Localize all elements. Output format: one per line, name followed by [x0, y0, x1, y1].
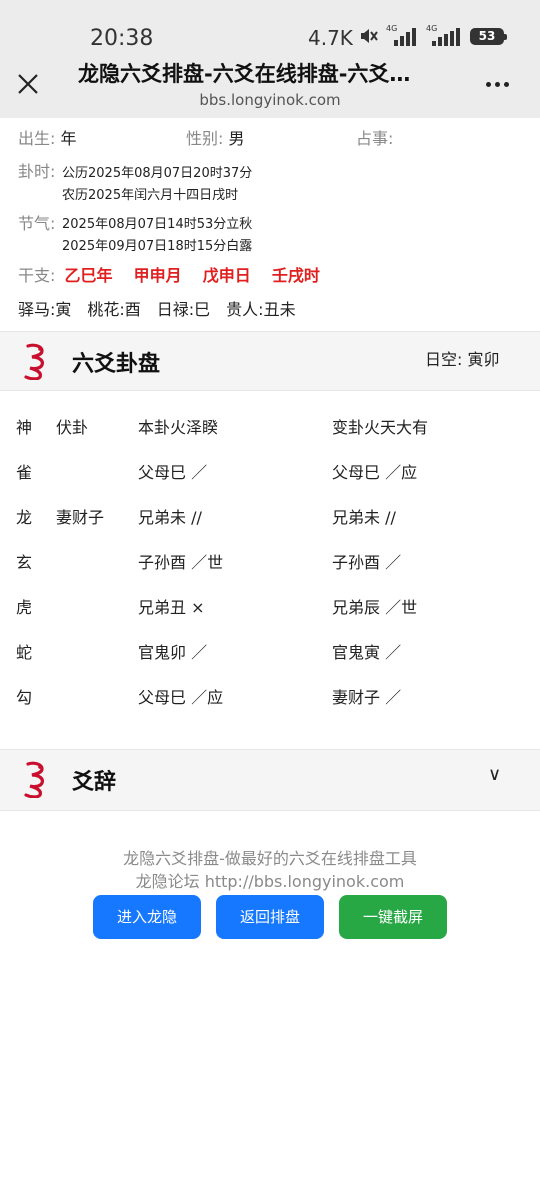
signal-icon-2: 4G	[426, 24, 466, 46]
col-god: 神	[16, 418, 33, 437]
extras-line: 驿马:寅 桃花:酉 日禄:巳 贵人:丑未	[18, 300, 296, 319]
matter-label: 占事:	[356, 129, 394, 148]
page-url: bbs.longyinok.com	[199, 91, 341, 109]
gender-value: 男	[228, 129, 245, 148]
back-to-chart-button[interactable]: 返回排盘	[216, 895, 324, 939]
enter-longyin-button[interactable]: 进入龙隐	[93, 895, 201, 939]
ganzhi-label: 干支:	[18, 266, 56, 285]
footer-forum-link[interactable]: 龙隐论坛 http://bbs.longyinok.com	[0, 868, 540, 892]
col-fu: 伏卦	[56, 418, 89, 437]
term-1: 2025年08月07日14时53分立秋	[62, 217, 253, 232]
row-ben: 兄弟丑 ×	[138, 598, 205, 617]
ganzhi-row: 干支: 乙巳年 甲申月 戊申日 壬戌时	[18, 262, 320, 286]
battery-icon: 53	[470, 28, 507, 45]
gua-table-header: 神 伏卦 本卦火泽睽 变卦火天大有	[0, 414, 540, 438]
dragon-logo-icon	[24, 761, 44, 798]
time-lunar: 农历2025年闰六月十四日戌时	[62, 188, 239, 203]
ganzhi-month: 甲申月	[133, 266, 182, 285]
dragon-logo-icon	[24, 343, 44, 380]
term-2: 2025年09月07日18时15分白露	[62, 239, 253, 254]
row-ben: 父母巳 ／	[138, 463, 208, 482]
time-label-wrap: 卦时:	[18, 158, 55, 182]
birth-value: 年	[60, 129, 77, 148]
row-god: 勾	[16, 688, 33, 707]
row-god: 雀	[16, 463, 33, 482]
row-ben: 父母巳 ／应	[138, 688, 224, 707]
gua-section-header: 六爻卦盘 日空: 寅卯	[0, 331, 540, 391]
table-row: 龙 妻财子 兄弟未 // 兄弟未 //	[0, 504, 540, 528]
kong-value: 日空: 寅卯	[425, 350, 500, 369]
signal-icon-1: 4G	[386, 24, 420, 46]
gender-label: 性别:	[186, 129, 224, 148]
col-ben: 本卦火泽睽	[138, 418, 219, 437]
row-ben: 子孙酉 ／世	[138, 553, 224, 572]
row-god: 玄	[16, 553, 33, 572]
mute-icon	[361, 29, 378, 43]
row-bian: 妻财子 ／	[332, 688, 402, 707]
status-bar: 20:38 4.7K 4G 4G 53	[0, 0, 540, 51]
ganzhi-hour: 壬戌时	[271, 266, 320, 285]
table-row: 蛇 官鬼卯 ／ 官鬼寅 ／	[0, 639, 540, 663]
row-bian: 兄弟未 //	[332, 508, 396, 527]
col-bian: 变卦火天大有	[332, 418, 429, 437]
row-god: 龙	[16, 508, 33, 527]
screenshot-button[interactable]: 一键截屏	[339, 895, 447, 939]
more-menu-icon[interactable]	[486, 82, 516, 90]
birth-info: 出生: 年	[18, 125, 77, 149]
row-ben: 兄弟未 //	[138, 508, 202, 527]
table-row: 雀 父母巳 ／ 父母巳 ／应	[0, 459, 540, 483]
yaoci-section-title: 爻辞	[72, 770, 117, 795]
birth-label: 出生:	[18, 129, 56, 148]
table-row: 虎 兄弟丑 × 兄弟辰 ／世	[0, 594, 540, 618]
footer-slogan: 龙隐六爻排盘-做最好的六爻在线排盘工具	[123, 849, 417, 868]
status-time: 20:38	[90, 26, 154, 51]
term-label-wrap: 节气:	[18, 210, 55, 234]
row-god: 虎	[16, 598, 33, 617]
ganzhi-day: 戊申日	[202, 266, 251, 285]
row-bian: 父母巳 ／应	[332, 463, 418, 482]
row-bian: 官鬼寅 ／	[332, 643, 402, 662]
matter-info: 占事:	[356, 125, 393, 149]
chevron-down-icon[interactable]: ∨	[488, 764, 501, 785]
time-label: 卦时:	[18, 162, 56, 181]
gender-info: 性别: 男	[186, 125, 245, 149]
browser-top: 20:38 4.7K 4G 4G 53 龙隐六爻排盘-六爻在线排盘-六爻… bb…	[0, 0, 540, 118]
gua-section-title: 六爻卦盘	[72, 352, 161, 377]
time-solar: 公历2025年08月07日20时37分	[62, 166, 253, 181]
ganzhi-year: 乙巳年	[64, 266, 113, 285]
term-label: 节气:	[18, 214, 56, 233]
yaoci-section-header[interactable]: 爻辞 ∨	[0, 749, 540, 811]
page-title: 龙隐六爻排盘-六爻在线排盘-六爻…	[78, 62, 411, 86]
table-row: 勾 父母巳 ／应 妻财子 ／	[0, 684, 540, 708]
network-speed: 4.7K	[308, 26, 353, 50]
row-ben: 官鬼卯 ／	[138, 643, 208, 662]
table-row: 玄 子孙酉 ／世 子孙酉 ／	[0, 549, 540, 573]
row-bian: 子孙酉 ／	[332, 553, 402, 572]
row-fu: 妻财子	[56, 508, 105, 527]
row-god: 蛇	[16, 643, 33, 662]
row-bian: 兄弟辰 ／世	[332, 598, 418, 617]
